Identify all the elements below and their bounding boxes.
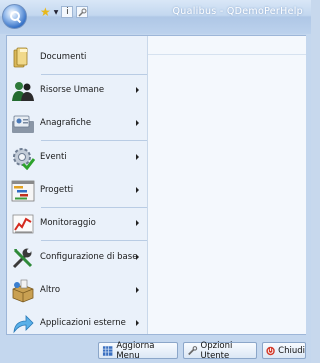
- close-label: Chiudi: [278, 345, 305, 356]
- submenu-arrow-icon: [136, 187, 139, 193]
- menu-item-documenti[interactable]: Documenti: [7, 44, 147, 72]
- user-options-button[interactable]: Opzioni Utente: [183, 340, 257, 361]
- submenu-arrow-icon: [136, 87, 139, 93]
- wrench-icon: [12, 248, 33, 269]
- menu-item-monitoraggio[interactable]: Monitoraggio: [7, 210, 147, 238]
- app-logo-icon: [10, 11, 20, 21]
- menu-item-label: Anagrafiche: [40, 118, 92, 128]
- app-menu-button[interactable]: [2, 4, 27, 29]
- menu-item-progetti[interactable]: Progetti: [7, 177, 147, 205]
- divider: [148, 54, 306, 55]
- folder-icon: [13, 47, 28, 68]
- people-icon: [12, 82, 34, 101]
- submenu-arrow-icon: [136, 287, 139, 293]
- menu-item-label: Altro: [40, 285, 61, 295]
- application-menu: Documenti Risorse Umane Anagrafiche Even…: [6, 35, 306, 335]
- arrow-icon: [13, 315, 34, 334]
- tools-icon: [188, 345, 198, 355]
- menu-items-pane: Documenti Risorse Umane Anagrafiche Even…: [7, 36, 147, 334]
- submenu-arrow-icon: [136, 154, 139, 160]
- gantt-icon: [11, 180, 35, 202]
- submenu-arrow-icon: [136, 320, 139, 326]
- separator: [41, 74, 147, 75]
- card-icon: [12, 115, 34, 133]
- separator: [41, 207, 147, 208]
- menu-item-anagrafiche[interactable]: Anagrafiche: [7, 110, 147, 138]
- menu-item-risorse-umane[interactable]: Risorse Umane: [7, 77, 147, 105]
- menu-item-label: Documenti: [40, 52, 87, 62]
- application-window: ★ ▼ i Qualibus - QDemoPerHelp Documenti: [0, 0, 311, 363]
- chevron-down-icon[interactable]: ▼: [54, 9, 59, 16]
- submenu-arrow-icon: [136, 254, 139, 260]
- refresh-menu-label: Aggiorna Menu: [116, 340, 155, 361]
- gear-check-icon: [13, 148, 35, 170]
- refresh-menu-button[interactable]: Aggiorna Menu: [98, 340, 178, 361]
- submenu-arrow-icon: [136, 120, 139, 126]
- user-options-label: Opzioni Utente: [200, 340, 233, 361]
- submenu-arrow-icon: [136, 220, 139, 226]
- info-icon[interactable]: i: [61, 6, 74, 18]
- menu-item-label: Configurazione di base: [40, 252, 138, 262]
- grid-icon: [102, 345, 113, 356]
- chart-icon: [12, 214, 34, 234]
- menu-item-eventi[interactable]: Eventi: [7, 144, 147, 172]
- menu-item-applicazioni-esterne[interactable]: Applicazioni esterne: [7, 310, 147, 338]
- menu-footer: Aggiorna Menu Opzioni Utente Chiudi: [0, 336, 311, 363]
- close-button[interactable]: Chiudi: [262, 342, 306, 359]
- submenu-pane: [147, 36, 306, 334]
- menu-item-configurazione-di-base[interactable]: Configurazione di base: [7, 244, 147, 272]
- separator: [41, 140, 147, 141]
- power-icon: [266, 346, 275, 355]
- window-title: Qualibus - QDemoPerHelp: [172, 6, 303, 17]
- menu-item-label: Risorse Umane: [40, 85, 105, 95]
- menu-item-altro[interactable]: Altro: [7, 277, 147, 305]
- menu-item-label: Eventi: [40, 152, 67, 162]
- menu-item-label: Applicazioni esterne: [40, 318, 126, 328]
- menu-item-label: Progetti: [40, 185, 74, 195]
- separator: [41, 240, 147, 241]
- star-icon[interactable]: ★: [40, 6, 51, 18]
- tool-icon[interactable]: [76, 6, 89, 18]
- menu-item-label: Monitoraggio: [40, 218, 96, 228]
- box-icon: [12, 279, 34, 303]
- title-bar: ★ ▼ i Qualibus - QDemoPerHelp: [0, 0, 311, 34]
- quick-access-toolbar: ★ ▼ i: [40, 4, 89, 20]
